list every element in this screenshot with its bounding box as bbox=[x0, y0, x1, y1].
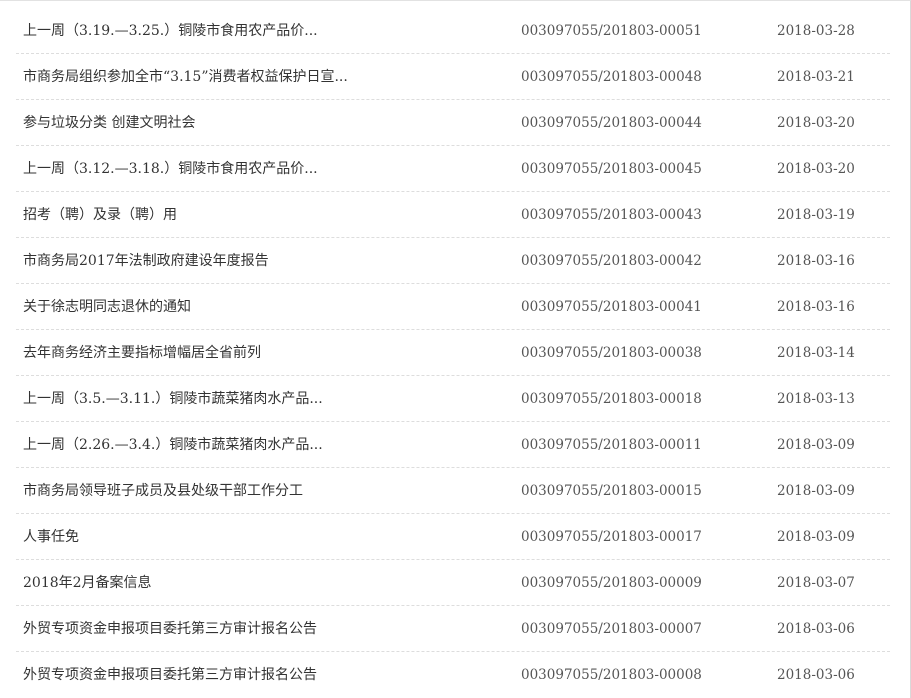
document-date: 2018-03-14 bbox=[777, 345, 855, 361]
document-row[interactable]: 2018年2月备案信息 003097055/201803-00009 2018-… bbox=[16, 560, 890, 606]
document-title-link[interactable]: 外贸专项资金申报项目委托第三方审计报名公告 bbox=[23, 652, 317, 698]
document-index-number: 003097055/201803-00008 bbox=[521, 667, 702, 683]
document-date: 2018-03-09 bbox=[777, 529, 855, 545]
document-row[interactable]: 市商务局组织参加全市“3.15”消费者权益保护日宣... 003097055/2… bbox=[16, 54, 890, 100]
document-date: 2018-03-20 bbox=[777, 115, 855, 131]
document-title-link[interactable]: 外贸专项资金申报项目委托第三方审计报名公告 bbox=[23, 606, 317, 652]
document-date: 2018-03-19 bbox=[777, 207, 855, 223]
document-row[interactable]: 市商务局领导班子成员及县处级干部工作分工 003097055/201803-00… bbox=[16, 468, 890, 514]
document-date: 2018-03-06 bbox=[777, 621, 855, 637]
document-title-link[interactable]: 去年商务经济主要指标增幅居全省前列 bbox=[23, 330, 261, 376]
document-date: 2018-03-09 bbox=[777, 437, 855, 453]
document-index-number: 003097055/201803-00048 bbox=[521, 69, 702, 85]
document-title-link[interactable]: 关于徐志明同志退休的通知 bbox=[23, 284, 191, 330]
document-index-number: 003097055/201803-00044 bbox=[521, 115, 702, 131]
document-index-number: 003097055/201803-00051 bbox=[521, 23, 702, 39]
document-date: 2018-03-20 bbox=[777, 161, 855, 177]
document-date: 2018-03-06 bbox=[777, 667, 855, 683]
document-index-number: 003097055/201803-00038 bbox=[521, 345, 702, 361]
document-title-link[interactable]: 市商务局领导班子成员及县处级干部工作分工 bbox=[23, 468, 303, 514]
document-index-number: 003097055/201803-00043 bbox=[521, 207, 702, 223]
document-date: 2018-03-21 bbox=[777, 69, 855, 85]
document-row[interactable]: 外贸专项资金申报项目委托第三方审计报名公告 003097055/201803-0… bbox=[16, 606, 890, 652]
document-index-number: 003097055/201803-00017 bbox=[521, 529, 702, 545]
document-date: 2018-03-28 bbox=[777, 23, 855, 39]
document-date: 2018-03-16 bbox=[777, 299, 855, 315]
document-date: 2018-03-07 bbox=[777, 575, 855, 591]
document-index-number: 003097055/201803-00018 bbox=[521, 391, 702, 407]
document-title-link[interactable]: 参与垃圾分类 创建文明社会 bbox=[23, 100, 195, 146]
document-index-number: 003097055/201803-00007 bbox=[521, 621, 702, 637]
document-title-link[interactable]: 上一周（3.5.—3.11.）铜陵市蔬菜猪肉水产品... bbox=[23, 376, 323, 422]
document-row[interactable]: 上一周（3.19.—3.25.）铜陵市食用农产品价... 003097055/2… bbox=[16, 8, 890, 54]
document-title-link[interactable]: 招考（聘）及录（聘）用 bbox=[23, 192, 177, 238]
document-title-link[interactable]: 上一周（3.19.—3.25.）铜陵市食用农产品价... bbox=[23, 8, 318, 54]
document-row[interactable]: 上一周（2.26.—3.4.）铜陵市蔬菜猪肉水产品... 003097055/2… bbox=[16, 422, 890, 468]
document-title-link[interactable]: 市商务局组织参加全市“3.15”消费者权益保护日宣... bbox=[23, 54, 348, 100]
document-title-link[interactable]: 上一周（3.12.—3.18.）铜陵市食用农产品价... bbox=[23, 146, 318, 192]
document-list-page: 上一周（3.19.—3.25.）铜陵市食用农产品价... 003097055/2… bbox=[0, 0, 911, 698]
document-row[interactable]: 上一周（3.5.—3.11.）铜陵市蔬菜猪肉水产品... 003097055/2… bbox=[16, 376, 890, 422]
document-title-link[interactable]: 2018年2月备案信息 bbox=[23, 560, 152, 606]
document-row[interactable]: 市商务局2017年法制政府建设年度报告 003097055/201803-000… bbox=[16, 238, 890, 284]
document-row[interactable]: 招考（聘）及录（聘）用 003097055/201803-00043 2018-… bbox=[16, 192, 890, 238]
document-title-link[interactable]: 上一周（2.26.—3.4.）铜陵市蔬菜猪肉水产品... bbox=[23, 422, 323, 468]
document-index-number: 003097055/201803-00045 bbox=[521, 161, 702, 177]
document-date: 2018-03-09 bbox=[777, 483, 855, 499]
document-row[interactable]: 人事任免 003097055/201803-00017 2018-03-09 bbox=[16, 514, 890, 560]
document-title-link[interactable]: 市商务局2017年法制政府建设年度报告 bbox=[23, 238, 269, 284]
document-row[interactable]: 外贸专项资金申报项目委托第三方审计报名公告 003097055/201803-0… bbox=[16, 652, 890, 698]
document-index-number: 003097055/201803-00041 bbox=[521, 299, 702, 315]
document-row[interactable]: 关于徐志明同志退休的通知 003097055/201803-00041 2018… bbox=[16, 284, 890, 330]
document-title-link[interactable]: 人事任免 bbox=[23, 514, 79, 560]
document-index-number: 003097055/201803-00042 bbox=[521, 253, 702, 269]
document-row[interactable]: 上一周（3.12.—3.18.）铜陵市食用农产品价... 003097055/2… bbox=[16, 146, 890, 192]
document-index-number: 003097055/201803-00011 bbox=[521, 437, 702, 453]
document-row[interactable]: 参与垃圾分类 创建文明社会 003097055/201803-00044 201… bbox=[16, 100, 890, 146]
document-index-number: 003097055/201803-00009 bbox=[521, 575, 702, 591]
document-list: 上一周（3.19.—3.25.）铜陵市食用农产品价... 003097055/2… bbox=[16, 8, 890, 698]
document-date: 2018-03-16 bbox=[777, 253, 855, 269]
document-index-number: 003097055/201803-00015 bbox=[521, 483, 702, 499]
document-row[interactable]: 去年商务经济主要指标增幅居全省前列 003097055/201803-00038… bbox=[16, 330, 890, 376]
document-date: 2018-03-13 bbox=[777, 391, 855, 407]
